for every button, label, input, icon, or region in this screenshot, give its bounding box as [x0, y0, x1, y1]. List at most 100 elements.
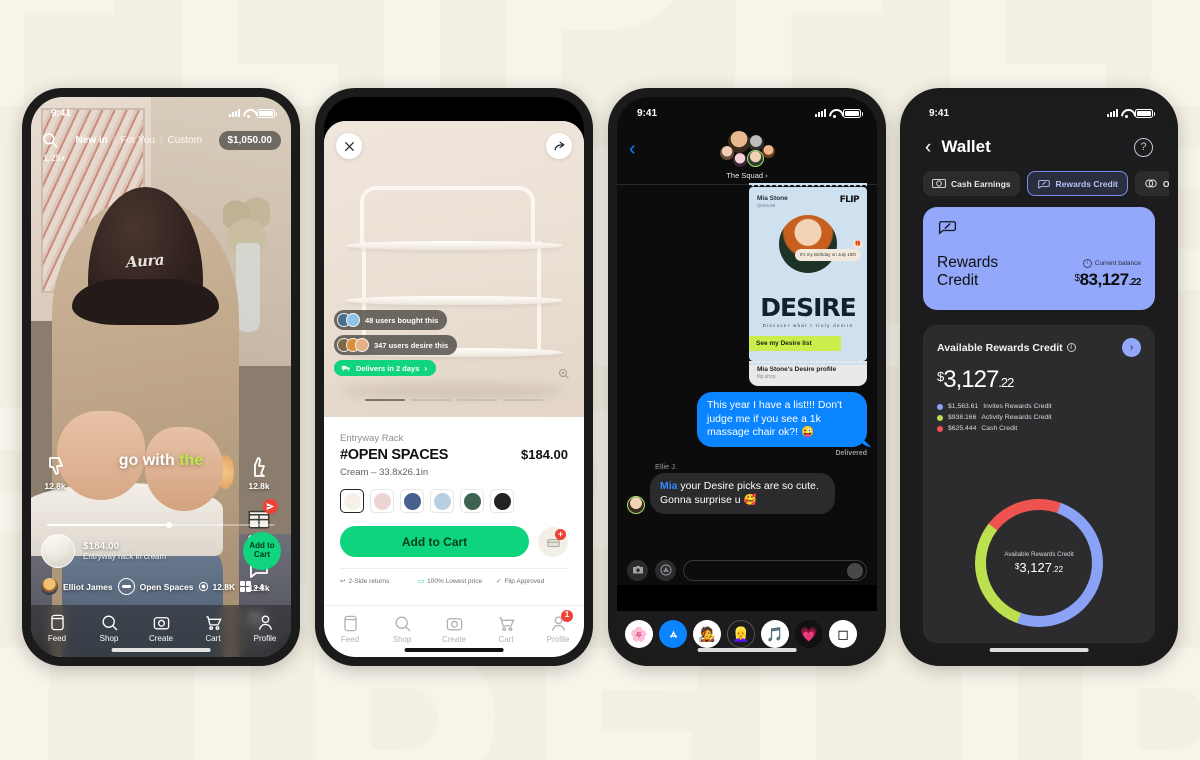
- share-icon[interactable]: [546, 133, 572, 159]
- group-name-label: The Squad: [726, 171, 764, 180]
- dislike-button[interactable]: 12.8k: [43, 455, 67, 491]
- sent-message-bubble[interactable]: This year I have a list!!! Don't judge m…: [697, 392, 867, 448]
- zoom-level-label: 1.25x: [43, 153, 66, 163]
- legend-item: $938.166 Activity Rewards Credit: [937, 414, 1141, 421]
- camera-icon[interactable]: [627, 559, 648, 581]
- photos-icon[interactable]: 🌸: [625, 620, 653, 648]
- tab-rewards-credit-label: Rewards Credit: [1055, 178, 1118, 189]
- chevron-left-icon[interactable]: ‹: [629, 139, 636, 159]
- product-price: $184.00: [521, 447, 568, 462]
- question-icon[interactable]: ?: [1134, 137, 1153, 157]
- tab-feed[interactable]: Feed: [324, 614, 376, 644]
- cellular-icon: [1107, 109, 1118, 117]
- tab-cart[interactable]: Cart: [187, 613, 239, 643]
- search-icon[interactable]: [41, 131, 59, 149]
- see-desire-list-button[interactable]: See my Desire list: [749, 336, 841, 352]
- swatch-navy[interactable]: [400, 489, 424, 513]
- send-icon[interactable]: [847, 563, 863, 579]
- page-title: Wallet: [941, 137, 991, 156]
- chevron-right-icon[interactable]: ›: [1122, 338, 1141, 357]
- image-pagination[interactable]: [324, 399, 584, 401]
- balance-label-row: i Current balance: [1075, 258, 1141, 268]
- avatar-stack: [337, 338, 369, 352]
- tab-cart[interactable]: Cart: [480, 614, 532, 644]
- memoji-icon[interactable]: 👱‍♀️: [727, 620, 755, 648]
- rewards-icon: [937, 219, 1141, 240]
- swatch-light-blue[interactable]: [430, 489, 454, 513]
- info-icon[interactable]: i: [1082, 258, 1092, 268]
- status-bar: 9:41: [31, 97, 291, 123]
- dislike-count: 12.8k: [44, 481, 66, 491]
- tab-new-in[interactable]: New in: [76, 135, 108, 146]
- desire-card[interactable]: Mia Stone @mia.88 FLIP 🎁 It's my Birthda…: [749, 187, 867, 366]
- balance-label: Current balance: [1094, 259, 1141, 267]
- donut-center-value: $3,127.22: [1015, 560, 1063, 575]
- message-input[interactable]: [683, 559, 867, 581]
- music-icon[interactable]: 🎵: [761, 620, 789, 648]
- wallet-tabs: Cash Earnings Rewards Credit On: [909, 171, 1169, 196]
- messages-screen: 9:41 ‹ The Squad › Mia Stone @mia.88 FLI…: [617, 97, 877, 657]
- appstore-icon[interactable]: [655, 559, 676, 581]
- avatar[interactable]: [41, 578, 58, 595]
- feed-screen: Aura 9:41 New in | For You | Custom $1,0…: [31, 97, 291, 657]
- gift-badge-icon: [263, 499, 278, 514]
- chip-delivery-label: Delivers in 2 days: [356, 363, 420, 373]
- product-thumbnail[interactable]: [41, 534, 75, 568]
- home-indicator: [111, 648, 211, 652]
- tab-shop[interactable]: Shop: [376, 614, 428, 644]
- tab-other[interactable]: On: [1134, 171, 1169, 196]
- appstore-icon[interactable]: [659, 620, 687, 648]
- chevron-left-icon[interactable]: ‹: [925, 138, 931, 157]
- battery-icon: [1135, 108, 1155, 118]
- memoji-icon[interactable]: 🧑‍🎤: [693, 620, 721, 648]
- rewards-credit-card[interactable]: Rewards Credit i Current balance $83,127…: [923, 207, 1155, 310]
- profile-badge: 1: [561, 610, 573, 622]
- tab-rewards-credit[interactable]: Rewards Credit: [1026, 171, 1128, 196]
- social-proof-chips: 48 users bought this 347 users desire th…: [334, 310, 458, 381]
- tab-profile[interactable]: Profile: [239, 613, 291, 643]
- home-indicator: [404, 648, 504, 652]
- chip-bought: 48 users bought this: [334, 310, 448, 330]
- like-button[interactable]: 12.8k: [237, 455, 281, 491]
- tab-create[interactable]: Create: [428, 614, 480, 644]
- close-icon[interactable]: [336, 133, 362, 159]
- zoom-icon[interactable]: [558, 367, 570, 385]
- add-to-wishlist-button[interactable]: +: [538, 526, 568, 557]
- info-icon[interactable]: i: [1066, 343, 1076, 352]
- link-preview-domain: flip.shop: [757, 374, 776, 381]
- chevron-right-icon: ›: [765, 171, 768, 180]
- tab-cash-earnings[interactable]: Cash Earnings: [923, 171, 1020, 196]
- tab-feed-label: Feed: [340, 635, 360, 644]
- chip-delivery[interactable]: Delivers in 2 days ›: [334, 360, 437, 376]
- add-to-cart-button[interactable]: Add to Cart: [340, 526, 529, 557]
- group-avatars[interactable]: [718, 131, 776, 169]
- mention[interactable]: Mia: [660, 480, 678, 492]
- tab-for-you[interactable]: For You: [120, 135, 154, 146]
- price-pill[interactable]: $1,050.00: [218, 130, 281, 150]
- swatch-cream[interactable]: [340, 489, 364, 513]
- chip-bought-label: 48 users bought this: [365, 315, 439, 325]
- add-to-cart-button[interactable]: Add to Cart: [243, 532, 281, 570]
- avatar[interactable]: [627, 496, 645, 515]
- swatch-blush[interactable]: [370, 489, 394, 513]
- tab-feed[interactable]: Feed: [31, 613, 83, 643]
- product-image[interactable]: 48 users bought this 347 users desire th…: [324, 121, 584, 417]
- tab-create[interactable]: Create: [135, 613, 187, 643]
- swatch-forest[interactable]: [460, 489, 484, 513]
- group-name[interactable]: The Squad ›: [726, 171, 767, 180]
- swatch-black[interactable]: [490, 489, 514, 513]
- tab-shop[interactable]: Shop: [83, 613, 135, 643]
- more-icon[interactable]: ◻: [829, 620, 857, 648]
- creator-name[interactable]: Elliot James: [63, 582, 113, 592]
- digital-touch-icon[interactable]: 💗: [795, 620, 823, 648]
- tab-custom[interactable]: Custom: [167, 135, 201, 146]
- brand-icon[interactable]: [117, 578, 135, 595]
- tab-cart-label: Cart: [498, 635, 514, 644]
- tab-profile[interactable]: Profile 1: [532, 610, 584, 644]
- received-message-bubble[interactable]: Mia your Desire picks are so cute. Gonna…: [650, 473, 835, 515]
- video-progress-bar[interactable]: [47, 522, 275, 528]
- brand-name[interactable]: Open Spaces: [140, 582, 194, 592]
- more-items[interactable]: +4: [240, 581, 264, 592]
- returns-icon: ↩: [340, 578, 346, 585]
- product-sheet: 48 users bought this 347 users desire th…: [324, 121, 584, 657]
